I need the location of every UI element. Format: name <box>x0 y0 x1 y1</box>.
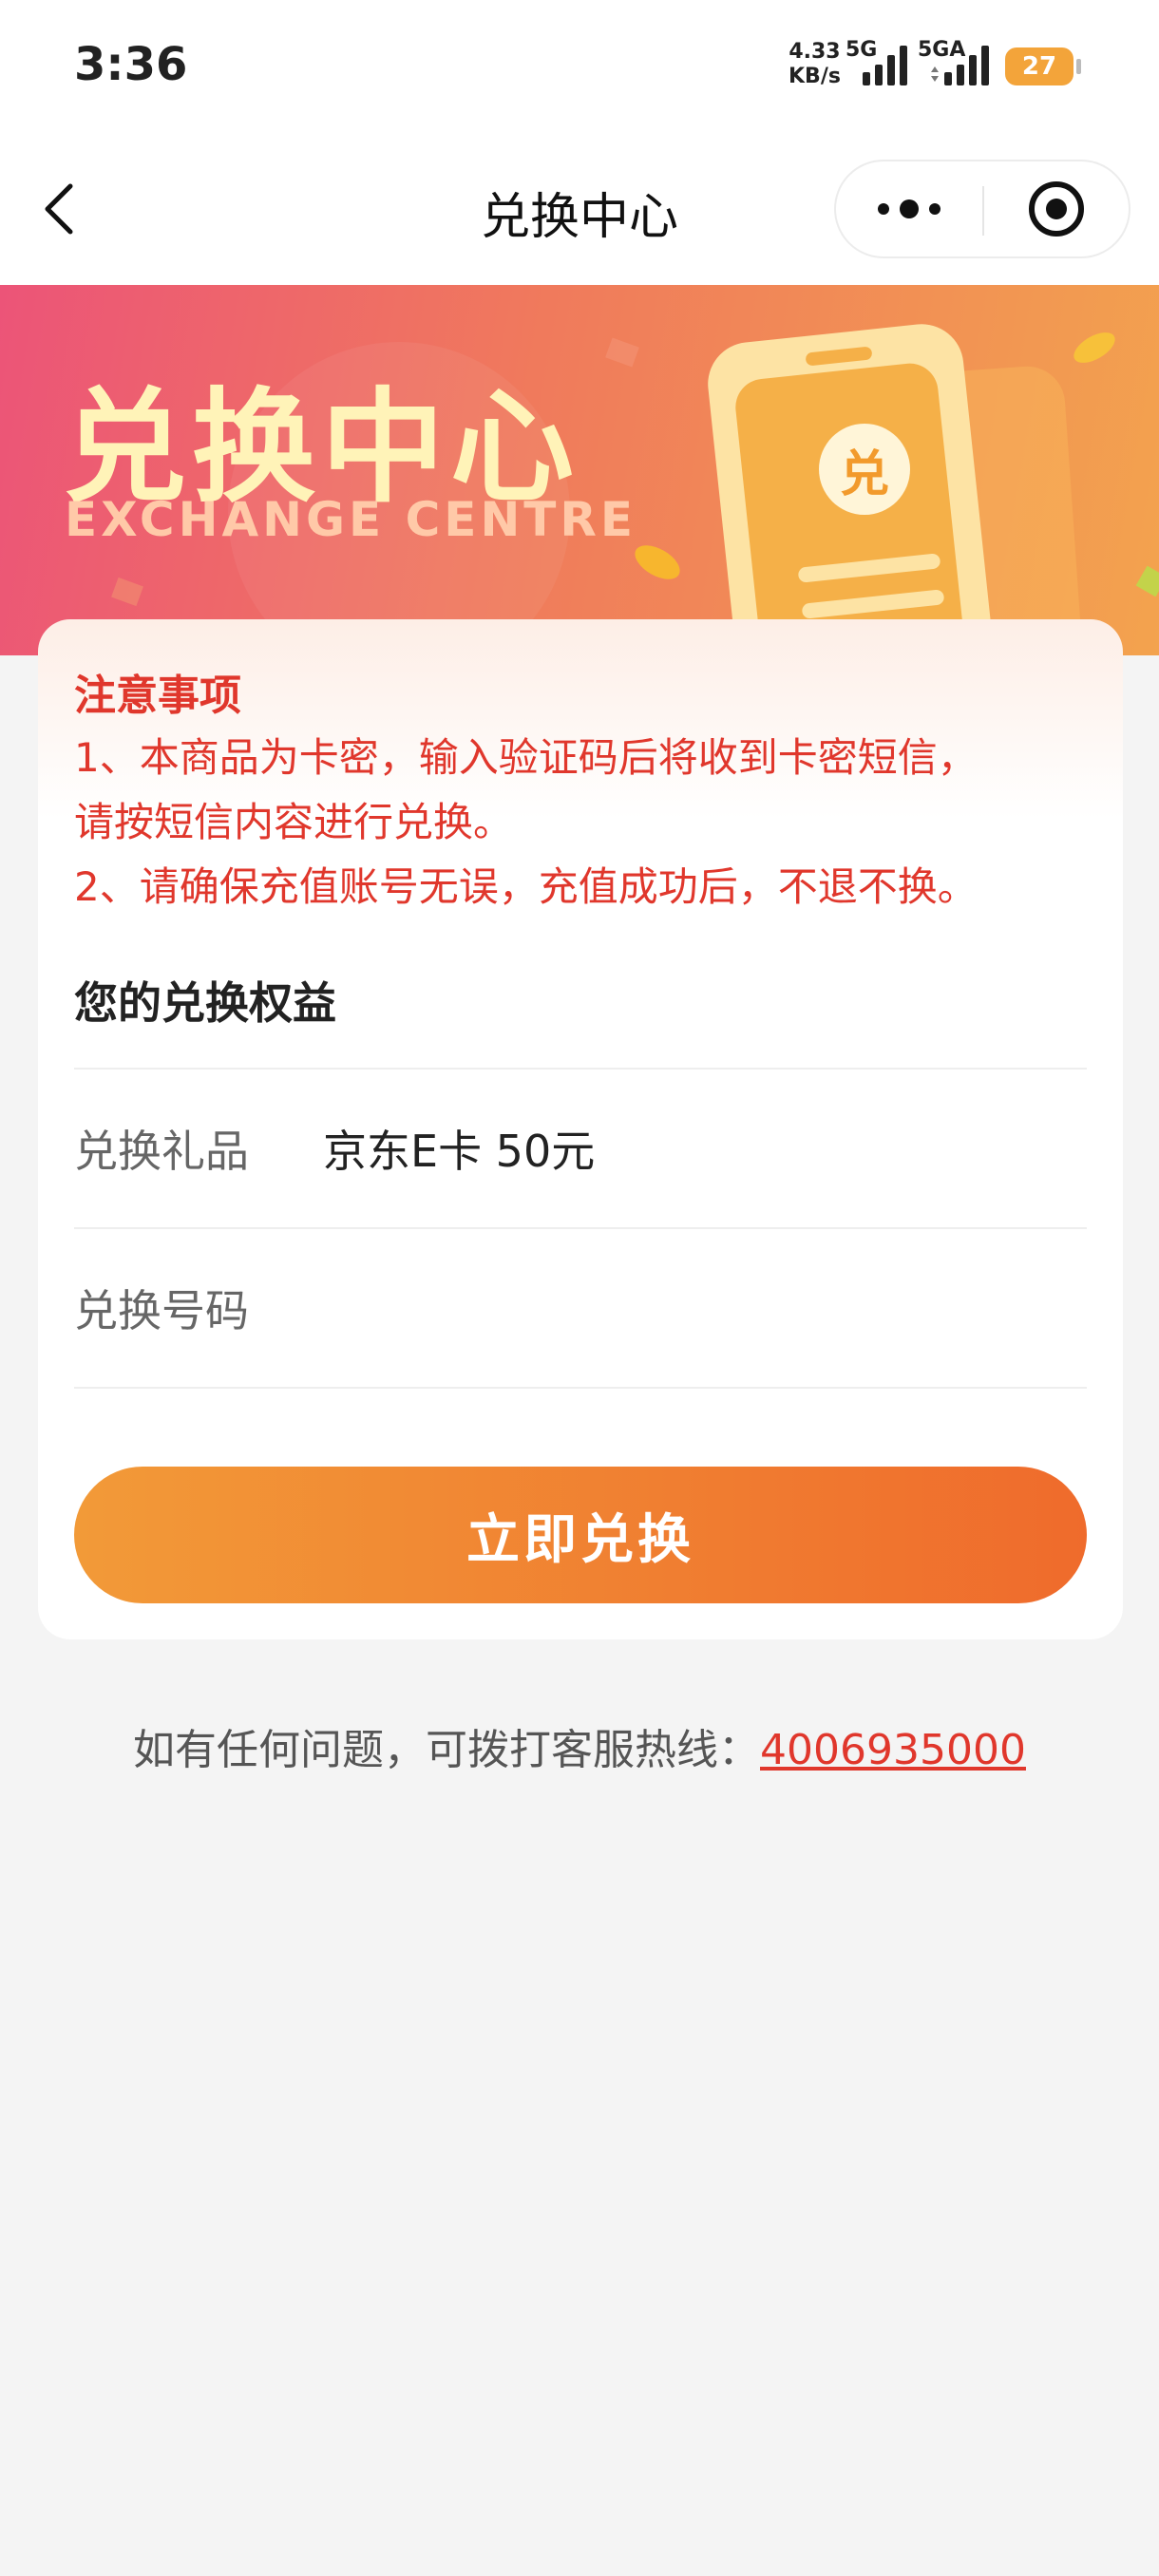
signal-2-icon <box>931 46 989 85</box>
notice-title: 注意事项 <box>74 672 241 720</box>
divider <box>74 1227 1087 1229</box>
benefit-section-title: 您的兑换权益 <box>74 977 336 1029</box>
more-dots-icon <box>878 199 940 218</box>
notice-line: 请按短信内容进行兑换。 <box>74 799 514 845</box>
hotline-prefix: 如有任何问题，可拨打客服热线： <box>133 1726 761 1774</box>
gift-value: 京东E卡 50元 <box>323 1126 596 1177</box>
battery-indicator: 27 <box>1005 47 1081 85</box>
notice-line: 2、请确保充值账号无误，充值成功后，不退不换。 <box>74 863 978 910</box>
redeem-now-button[interactable]: 立即兑换 <box>74 1467 1087 1603</box>
divider <box>74 1068 1087 1070</box>
network-speed-value: 4.33 <box>788 40 841 64</box>
close-miniprogram-button[interactable] <box>984 161 1130 256</box>
status-time: 3:36 <box>74 38 188 91</box>
network-speed: 4.33 KB/s <box>788 40 841 89</box>
customer-service-hotline: 如有任何问题，可拨打客服热线：4006935000 <box>0 1715 1159 1776</box>
exchange-badge-icon: 兑 <box>819 424 910 515</box>
notice-line: 1、本商品为卡密，输入验证码后将收到卡密短信， <box>74 734 978 781</box>
exchange-banner: 兑换中心 EXCHANGE CENTRE 兑 <box>0 285 1159 655</box>
target-circle-icon <box>1029 181 1084 237</box>
network-speed-unit: KB/s <box>788 65 841 88</box>
code-label: 兑换号码 <box>74 1285 249 1336</box>
mini-program-capsule <box>834 160 1130 258</box>
hotline-number-link[interactable]: 4006935000 <box>760 1726 1026 1774</box>
nav-bar: 兑换中心 <box>0 133 1159 285</box>
divider <box>74 1387 1087 1389</box>
banner-subtitle: EXCHANGE CENTRE <box>65 492 637 547</box>
exchange-card: 注意事项 1、本商品为卡密，输入验证码后将收到卡密短信， 请按短信内容进行兑换。… <box>38 619 1123 1639</box>
more-button[interactable] <box>836 161 982 256</box>
gift-label: 兑换礼品 <box>74 1126 249 1177</box>
redeem-code-input[interactable] <box>323 1311 1064 1387</box>
status-bar: 3:36 4.33 KB/s 5G 5GA 27 <box>0 0 1159 133</box>
signal-1-icon <box>863 46 907 85</box>
